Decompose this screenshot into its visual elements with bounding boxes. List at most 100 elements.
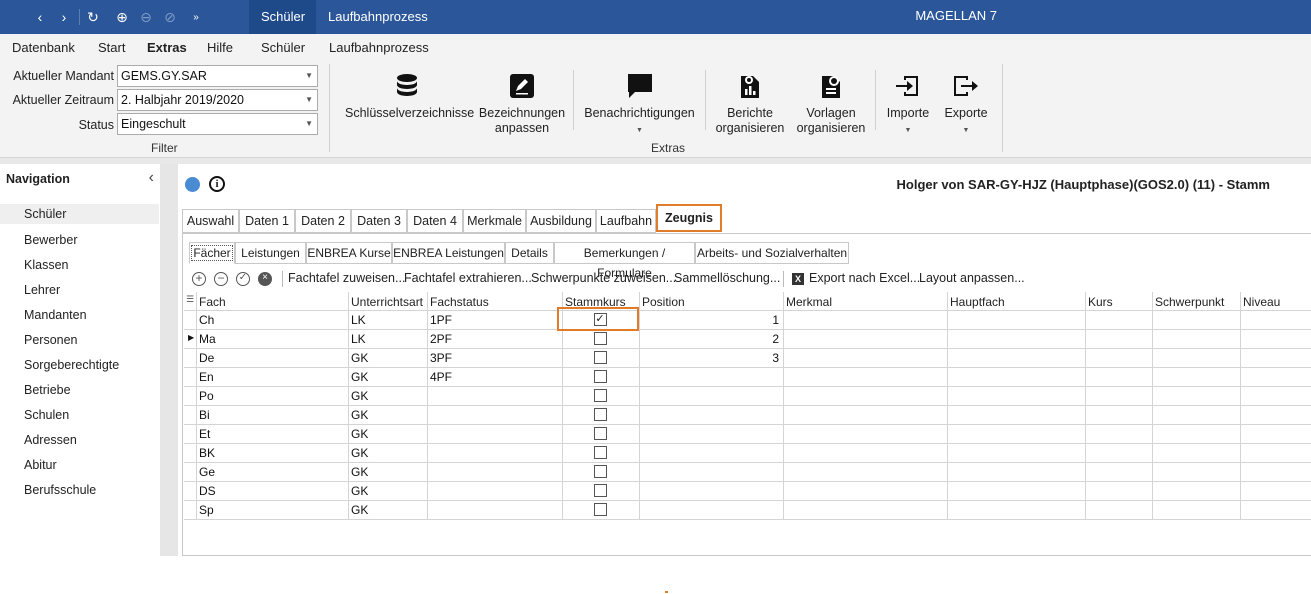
nav-item-abitur[interactable]: Abitur (24, 458, 57, 472)
grid-header-cell[interactable]: Fach (199, 295, 226, 309)
grid-cell-fach[interactable]: Ge (199, 465, 215, 479)
tab-daten-4[interactable]: Daten 4 (407, 209, 463, 233)
stammkurs-checkbox[interactable] (593, 446, 607, 459)
stammkurs-checkbox[interactable] (593, 332, 607, 345)
subtab-bemerkungen[interactable]: Bemerkungen / Formulare (554, 242, 695, 280)
grid-header-cell[interactable]: Niveau (1243, 295, 1280, 309)
panel-splitter[interactable] (160, 164, 178, 556)
stammkurs-checkbox[interactable] (593, 370, 607, 383)
nav-item-berufsschule[interactable]: Berufsschule (24, 483, 96, 497)
refresh-icon[interactable]: ↻ (83, 7, 103, 27)
grid-cell-art[interactable]: GK (351, 427, 368, 441)
stammkurs-checkbox[interactable] (593, 484, 607, 497)
subtab-arbeits-sozialverhalten[interactable]: Arbeits- und Sozialverhalten (695, 242, 849, 264)
grid-cell-art[interactable]: GK (351, 446, 368, 460)
grid-header-cell[interactable]: Schwerpunkt (1155, 295, 1224, 309)
stammkurs-checkbox[interactable] (593, 503, 607, 516)
importe-button[interactable]: Importe ▼ (882, 60, 934, 138)
export-excel-button[interactable]: Export nach Excel... (809, 271, 920, 285)
grid-cell-status[interactable]: 3PF (430, 351, 452, 365)
tab-daten-2[interactable]: Daten 2 (295, 209, 351, 233)
grid-header-cell[interactable]: Fachstatus (430, 295, 489, 309)
info-icon[interactable]: i (209, 176, 225, 192)
subtab-enbrea-kurse[interactable]: ENBREA Kurse (306, 242, 392, 264)
grid-cell-fach[interactable]: Bi (199, 408, 210, 422)
grid-header-cell[interactable]: Unterrichtsart (351, 295, 423, 309)
grid-cell-status[interactable]: 1PF (430, 313, 452, 327)
grid-header-cell[interactable]: Position (642, 295, 685, 309)
grid-cell-status[interactable]: 4PF (430, 370, 452, 384)
sammelloeschung-button[interactable]: Sammellöschung... (674, 271, 780, 285)
fachtafel-zuweisen-button[interactable]: Fachtafel zuweisen... (288, 271, 405, 285)
status-select[interactable]: Eingeschult ▼ (117, 113, 318, 135)
forward-icon[interactable]: › (54, 7, 74, 27)
grid-cell-status[interactable]: 2PF (430, 332, 452, 346)
grid-cell-fach[interactable]: Et (199, 427, 210, 441)
nav-item-sorgeberechtigte[interactable]: Sorgeberechtigte (24, 358, 119, 372)
menu-extras[interactable]: Extras (147, 40, 187, 55)
menu-laufbahnprozess[interactable]: Laufbahnprozess (329, 40, 429, 55)
subtab-leistungen[interactable]: Leistungen (235, 242, 306, 264)
grid-cell-fach[interactable]: En (199, 370, 214, 384)
stammkurs-checkbox[interactable] (593, 408, 607, 421)
confirm-icon[interactable]: ⊘ (160, 7, 180, 27)
subtab-faecher[interactable]: Fächer (189, 242, 235, 264)
remove-icon[interactable]: ⊖ (136, 7, 156, 27)
grid-header-cell[interactable]: Kurs (1088, 295, 1113, 309)
schluesselverzeichnisse-button[interactable]: Schlüsselverzeichnisse (345, 60, 474, 121)
grid-cell-fach[interactable]: BK (199, 446, 215, 460)
benachrichtigungen-button[interactable]: Benachrichtigungen ▼ (583, 60, 696, 138)
menu-datenbank[interactable]: Datenbank (12, 40, 75, 55)
more-icon[interactable]: » (186, 7, 206, 27)
grid-cell-art[interactable]: LK (351, 313, 366, 327)
remove-row-icon[interactable]: − (214, 272, 228, 286)
grid-header-cell[interactable]: Hauptfach (950, 295, 1005, 309)
subtab-enbrea-leistungen[interactable]: ENBREA Leistungen (392, 242, 505, 264)
grid-cell-art[interactable]: LK (351, 332, 366, 346)
fachtafel-extrahieren-button[interactable]: Fachtafel extrahieren... (404, 271, 532, 285)
title-tab-laufbahnprozess[interactable]: Laufbahnprozess (316, 0, 440, 34)
cancel-icon[interactable]: × (258, 272, 272, 286)
nav-item-lehrer[interactable]: Lehrer (24, 283, 60, 297)
nav-item-personen[interactable]: Personen (24, 333, 78, 347)
grid-cell-fach[interactable]: Po (199, 389, 214, 403)
grid-cell-fach[interactable]: Ch (199, 313, 214, 327)
grid-cell-fach[interactable]: Sp (199, 503, 214, 517)
grid-cell-art[interactable]: GK (351, 408, 368, 422)
exporte-button[interactable]: Exporte ▼ (940, 60, 992, 138)
bezeichnungen-button[interactable]: Bezeichnungen anpassen (478, 60, 566, 136)
grid-cell-fach[interactable]: Ma (199, 332, 216, 346)
tab-auswahl[interactable]: Auswahl (182, 209, 239, 233)
stammkurs-checkbox[interactable] (593, 351, 607, 364)
schwerpunkte-zuweisen-button[interactable]: Schwerpunkte zuweisen... (531, 271, 676, 285)
grid-cell-art[interactable]: GK (351, 351, 368, 365)
nav-item-schueler[interactable]: Schüler (0, 204, 159, 224)
nav-item-betriebe[interactable]: Betriebe (24, 383, 71, 397)
grid-cell-position[interactable]: 1 (639, 313, 779, 327)
confirm-icon[interactable]: ✓ (236, 272, 250, 286)
tab-daten-1[interactable]: Daten 1 (239, 209, 295, 233)
stammkurs-checkbox[interactable] (593, 389, 607, 402)
grid-cell-fach[interactable]: DS (199, 484, 216, 498)
menu-hilfe[interactable]: Hilfe (207, 40, 233, 55)
grid-cell-art[interactable]: GK (351, 465, 368, 479)
tab-laufbahn[interactable]: Laufbahn (596, 209, 656, 233)
collapse-icon[interactable]: ‹ (149, 169, 154, 187)
tab-merkmale[interactable]: Merkmale (463, 209, 526, 233)
grid-cell-position[interactable]: 2 (639, 332, 779, 346)
grid-cell-art[interactable]: GK (351, 370, 368, 384)
stammkurs-checkbox[interactable] (593, 465, 607, 478)
title-tab-schueler[interactable]: Schüler (249, 0, 318, 34)
grid-cell-art[interactable]: GK (351, 503, 368, 517)
grid-cell-position[interactable]: 3 (639, 351, 779, 365)
add-icon[interactable]: ⊕ (112, 7, 132, 27)
zeitraum-select[interactable]: 2. Halbjahr 2019/2020 ▼ (117, 89, 318, 111)
nav-item-adressen[interactable]: Adressen (24, 433, 77, 447)
vorlagen-button[interactable]: Vorlagen organisieren (794, 60, 868, 136)
nav-item-bewerber[interactable]: Bewerber (24, 233, 78, 247)
nav-item-schulen[interactable]: Schulen (24, 408, 69, 422)
menu-start[interactable]: Start (98, 40, 125, 55)
grid-menu-icon[interactable]: ☰ (186, 294, 194, 305)
tab-daten-3[interactable]: Daten 3 (351, 209, 407, 233)
layout-anpassen-button[interactable]: Layout anpassen... (919, 271, 1025, 285)
